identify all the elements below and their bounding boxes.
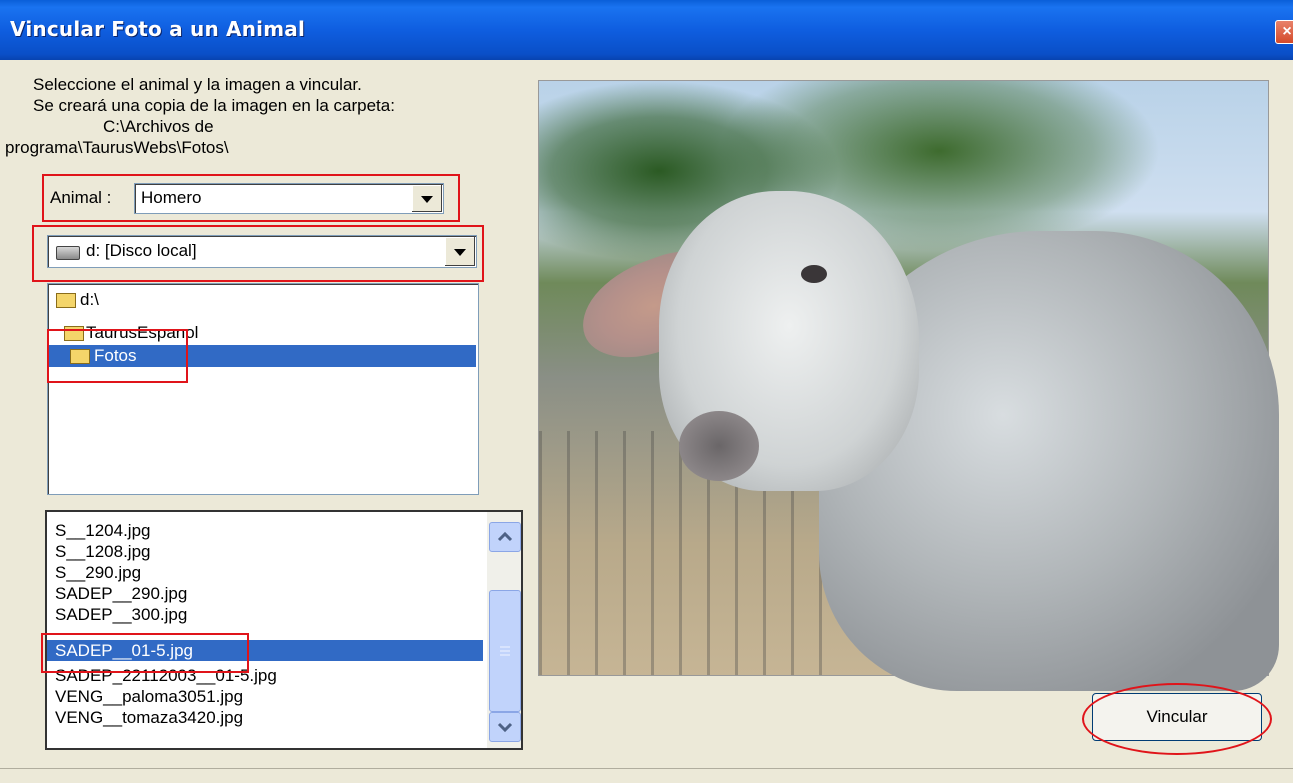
animal-select-value: Homero (141, 188, 202, 207)
file-item[interactable]: SADEP__290.jpg (55, 583, 483, 604)
destination-path-line-2: programa\TaurusWebs\Fotos\ (5, 138, 229, 157)
file-item[interactable]: S__1208.jpg (55, 541, 483, 562)
file-item[interactable]: VENG__tomaza3420.jpg (55, 707, 483, 728)
directory-label: d:\ (80, 290, 99, 309)
cow-nose-shape (679, 411, 759, 481)
scroll-up-button[interactable] (489, 522, 521, 552)
cow-eye-shape (801, 265, 827, 283)
instruction-line-2: Se creará una copia de la imagen en la c… (33, 96, 395, 115)
file-item[interactable]: S__290.jpg (55, 562, 483, 583)
animal-label: Animal : (50, 188, 112, 207)
photo-preview (538, 80, 1279, 691)
instruction-line-1: Seleccione el animal y la imagen a vincu… (33, 75, 362, 94)
directory-item-d[interactable]: d:\ (56, 289, 256, 311)
link-button-highlight-marker (1082, 683, 1272, 755)
destination-path-line-1: C:\Archivos de (103, 117, 214, 136)
chevron-up-icon (497, 531, 513, 542)
open-folder-icon (56, 293, 76, 308)
grip-icon (500, 646, 510, 656)
file-list-scrollbar[interactable] (487, 512, 521, 748)
drive-icon (56, 246, 80, 260)
file-item[interactable]: VENG__paloma3051.jpg (55, 686, 483, 707)
drive-select-value: d: [Disco local] (86, 241, 197, 260)
animal-select[interactable]: Homero (134, 183, 444, 214)
close-button[interactable]: × (1275, 20, 1293, 44)
chevron-down-icon[interactable] (444, 237, 475, 266)
file-list[interactable]: S__1204.jpg S__1208.jpg S__290.jpg SADEP… (45, 510, 523, 750)
window-title: Vincular Foto a un Animal (10, 17, 306, 41)
fotos-highlight-marker (47, 329, 188, 383)
file-highlight-marker (41, 633, 249, 673)
file-item[interactable]: SADEP__300.jpg (55, 604, 483, 625)
chevron-down-icon (497, 722, 513, 733)
directory-list[interactable]: d:\ TaurusEspanol Fotos (47, 283, 479, 495)
chevron-down-icon[interactable] (411, 185, 442, 212)
scroll-down-button[interactable] (489, 712, 521, 742)
bottom-divider (0, 768, 1293, 769)
file-item[interactable]: S__1204.jpg (55, 520, 483, 541)
scroll-thumb[interactable] (489, 590, 521, 712)
title-bar: Vincular Foto a un Animal × (0, 0, 1293, 60)
instructions-text: Seleccione el animal y la imagen a vincu… (33, 74, 395, 116)
drive-select[interactable]: d: [Disco local] (47, 235, 477, 268)
